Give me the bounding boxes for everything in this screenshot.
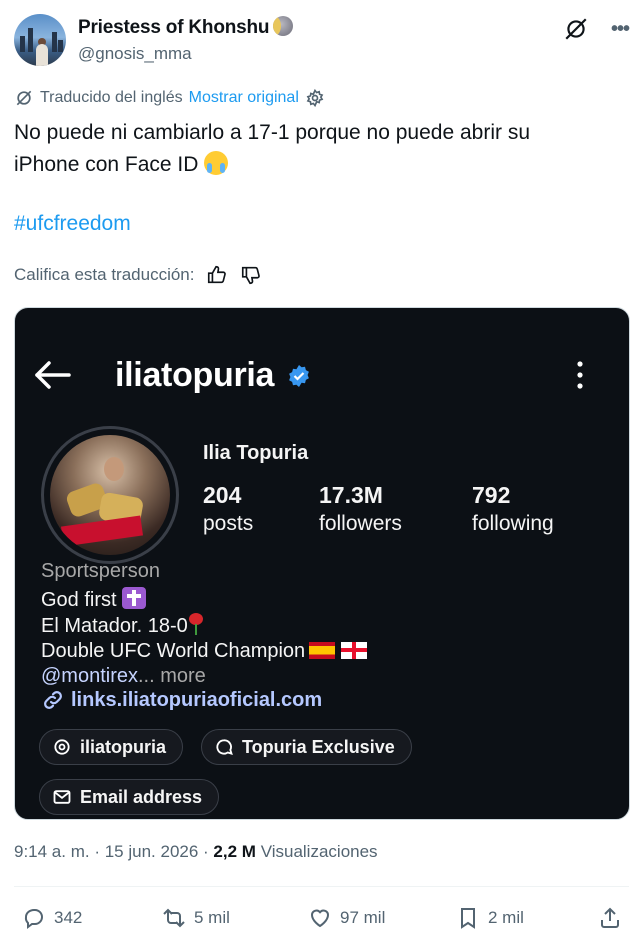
tweet-meta: 9:14 a. m. · 15 jun. 2026 · 2,2 M Visual… <box>14 842 378 861</box>
share-button[interactable] <box>598 906 630 930</box>
kebab-menu-icon <box>577 361 583 389</box>
threads-pill: iliatopuria <box>39 729 184 765</box>
views-label: Visualizaciones <box>260 842 378 861</box>
bookmark-icon <box>461 908 475 929</box>
rate-translation-row: Califica esta traducción: <box>14 264 262 286</box>
profile-category: Sportsperson <box>41 560 160 582</box>
bio-line-3: Double UFC World Champion <box>41 640 306 662</box>
tweet-time[interactable]: 9:14 a. m. <box>14 842 90 861</box>
stat-posts: 204 posts <box>203 482 254 535</box>
stat-following: 792 following <box>472 482 554 535</box>
tweet-actions: 342 5 mil 97 mil 2 mil <box>14 900 629 940</box>
bio-line-2: El Matador. 18-0 <box>41 615 188 637</box>
threads-mention: @montirex <box>41 665 138 687</box>
reply-button[interactable]: 342 <box>22 906 82 930</box>
tweet-date[interactable]: 15 jun. 2026 <box>105 842 199 861</box>
author-avatar[interactable] <box>14 14 66 66</box>
mail-icon <box>53 790 71 804</box>
profile-link: links.iliatopuriaoficial.com <box>41 688 322 712</box>
thumbs-down-icon[interactable] <box>240 264 262 286</box>
crying-emoji-icon <box>204 151 229 175</box>
actions-divider <box>14 886 629 887</box>
tweet-line-1: No puede ni cambiarlo a 17-1 porque no p… <box>14 121 531 144</box>
show-original-link[interactable]: Mostrar original <box>189 89 299 107</box>
gear-icon[interactable] <box>305 88 325 108</box>
profile-username: iliatopuria <box>115 356 275 394</box>
back-arrow-icon <box>35 361 71 389</box>
views-count: 2,2 M <box>213 842 256 861</box>
bio-line-1: God first <box>41 589 117 611</box>
threads-icon <box>54 739 70 755</box>
tweet-header: Priestess of Khonshu @gnosis_mma ••• <box>14 12 630 66</box>
verified-badge-icon <box>289 365 309 387</box>
hashtag-link[interactable]: #ufcfreedom <box>14 212 131 236</box>
profile-full-name: Ilia Topuria <box>203 442 309 464</box>
rate-label: Califica esta traducción: <box>14 265 195 284</box>
tweet-text: No puede ni cambiarlo a 17-1 porque no p… <box>14 117 604 181</box>
threads-mention-line: @montirex... more <box>41 664 367 689</box>
heart-icon <box>310 909 330 928</box>
chat-bubble-icon <box>216 739 233 756</box>
rose-emoji-icon <box>188 613 204 635</box>
stat-followers: 17.3M followers <box>319 482 402 535</box>
translate-icon <box>16 90 32 106</box>
grok-icon[interactable] <box>563 16 589 42</box>
moon-emoji-icon <box>273 16 294 36</box>
thumbs-up-icon[interactable] <box>206 264 228 286</box>
author-handle[interactable]: @gnosis_mma <box>78 44 192 64</box>
author-name[interactable]: Priestess of Khonshu <box>78 16 294 39</box>
profile-bio: God first El Matador. 18-0 Double UFC Wo… <box>41 587 368 689</box>
spain-flag-icon <box>309 642 336 659</box>
translated-label: Traducido del inglés <box>40 89 183 106</box>
share-icon <box>601 907 619 928</box>
more-options-icon[interactable]: ••• <box>611 18 630 41</box>
georgia-flag-icon <box>341 642 368 659</box>
link-icon <box>44 691 62 709</box>
email-pill: Email address <box>39 779 220 815</box>
like-button[interactable]: 97 mil <box>308 906 385 930</box>
repost-icon <box>163 908 185 928</box>
cross-emoji-icon <box>122 587 147 609</box>
more-label: ... more <box>138 665 206 687</box>
profile-picture <box>41 426 179 564</box>
bookmark-button[interactable]: 2 mil <box>456 906 524 930</box>
exclusive-pill: Topuria Exclusive <box>201 729 412 765</box>
translation-row: Traducido del inglés Mostrar original <box>14 88 325 108</box>
repost-button[interactable]: 5 mil <box>162 906 230 930</box>
embedded-profile-image[interactable]: iliatopuria Ilia Topuria 204 posts 17.3M… <box>14 307 630 820</box>
reply-icon <box>24 909 43 929</box>
tweet-line-2: iPhone con Face ID <box>14 153 199 176</box>
